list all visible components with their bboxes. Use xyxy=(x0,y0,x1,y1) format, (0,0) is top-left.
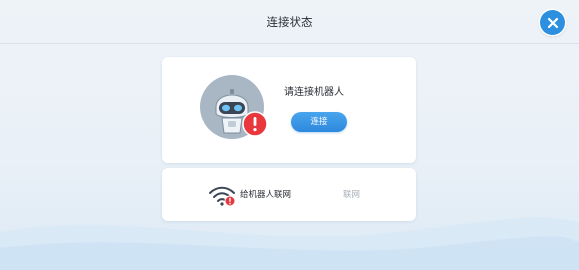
network-button[interactable]: 联网 xyxy=(343,188,360,200)
wifi-icon xyxy=(209,186,236,207)
connect-robot-prompt: 请连接机器人 xyxy=(284,87,344,98)
connect-button[interactable]: 连接 xyxy=(291,112,347,132)
network-robot-label: 给机器人联网 xyxy=(240,190,292,200)
page-title: 连接状态 xyxy=(266,15,313,29)
warning-badge-icon xyxy=(242,111,268,137)
close-button[interactable] xyxy=(540,10,565,35)
close-icon xyxy=(547,17,558,28)
header-bar: 连接状态 xyxy=(0,0,579,44)
robot-connection-card: 请连接机器人 连接 xyxy=(162,57,416,163)
robot-avatar xyxy=(200,73,270,143)
robot-network-card: 给机器人联网 联网 xyxy=(162,168,416,221)
connection-status-screen: 连接状态 请连接机器人 连接 给机器人联网 联网 xyxy=(0,0,579,270)
